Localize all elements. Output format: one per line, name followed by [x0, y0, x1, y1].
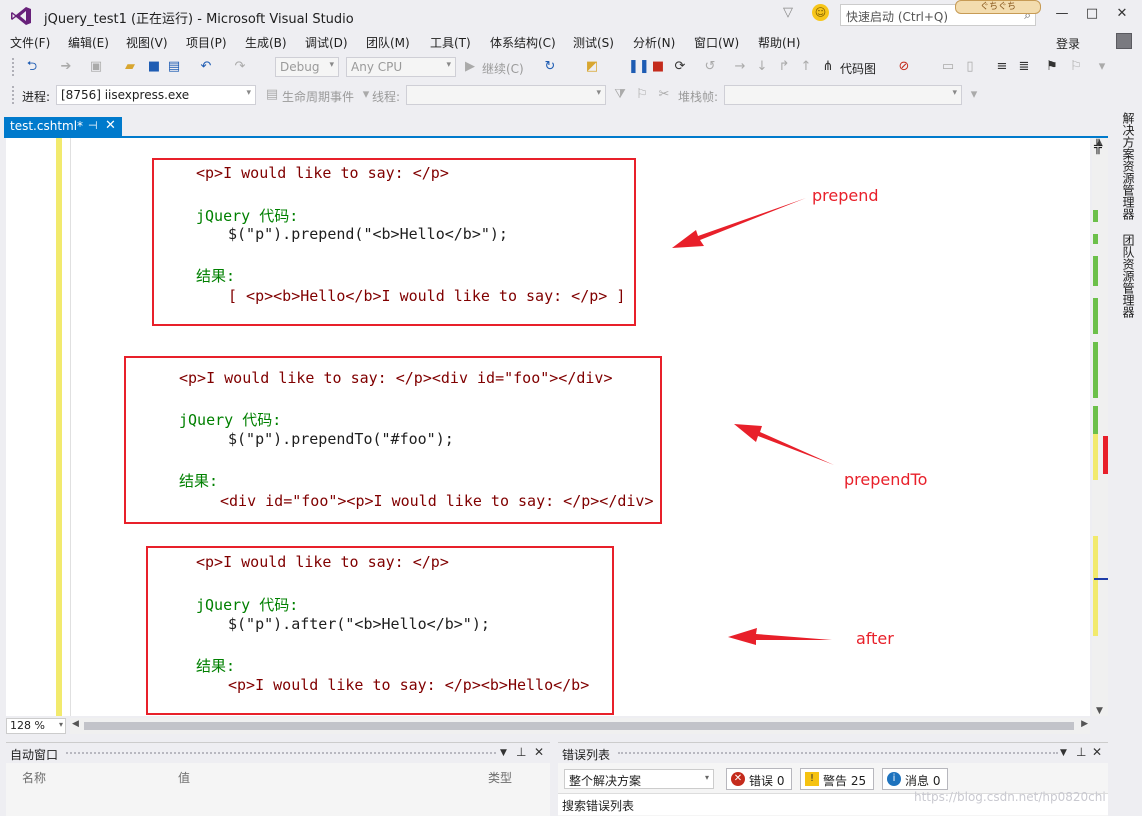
annotation-after: after [856, 629, 894, 648]
scroll-right-icon[interactable]: ▶ [1081, 719, 1088, 729]
scroll-down-icon[interactable]: ▼ [1096, 706, 1103, 716]
error-list-header: 错误列表 ▼ ⊥ ✕ [558, 743, 1108, 763]
horizontal-scrollbar[interactable]: ◀ ▶ [70, 718, 1090, 734]
change-marker [1093, 210, 1098, 222]
solution-explorer-side-tab[interactable]: 解决方案资源管理器 [1112, 112, 1142, 228]
messages-filter-button[interactable]: i 消息 0 [882, 768, 948, 790]
error-icon: ✕ [731, 772, 745, 786]
info-icon: i [887, 772, 901, 786]
warnings-count: 警告 25 [823, 774, 867, 788]
autos-panel-header: 自动窗口 ▼ ⊥ ✕ [6, 743, 550, 763]
watermark: https://blog.csdn.net/hp0820chi [914, 790, 1106, 804]
change-marker [1093, 298, 1098, 334]
arrow-prepend [672, 198, 806, 248]
error-scope-value: 整个解决方案 [569, 774, 642, 788]
column-type[interactable]: 类型 [488, 769, 512, 786]
warning-icon: ! [805, 772, 819, 786]
chevron-down-icon: ▾ [58, 720, 63, 729]
caret-position-marker [1094, 578, 1108, 580]
annotation-prepend: prepend [812, 186, 879, 205]
column-value[interactable]: 值 [178, 769, 190, 786]
error-list-title: 错误列表 [562, 748, 611, 762]
horizontal-scroll-thumb[interactable] [84, 722, 1074, 730]
pin-icon[interactable]: ⊥ [516, 745, 526, 759]
error-list-panel: 错误列表 ▼ ⊥ ✕ 整个解决方案 ▾ ✕ 错误 0 ! 警告 25 i 消息 0… [558, 742, 1108, 816]
autos-panel: 自动窗口 ▼ ⊥ ✕ 名称 值 类型 [6, 742, 550, 816]
error-scope-dropdown[interactable]: 整个解决方案 ▾ [564, 769, 714, 789]
change-marker [1093, 256, 1098, 286]
change-marker [1093, 434, 1098, 480]
change-marker [1093, 536, 1098, 636]
column-name[interactable]: 名称 [22, 769, 46, 786]
annotation-arrows [672, 198, 834, 645]
change-marker [1093, 234, 1098, 244]
change-marker [1093, 342, 1098, 398]
zoom-dropdown[interactable]: 128 % ▾ [6, 718, 66, 734]
close-icon[interactable]: ✕ [534, 745, 544, 759]
warnings-filter-button[interactable]: ! 警告 25 [800, 768, 874, 790]
team-explorer-label: 团队资源管理器 [1121, 234, 1135, 318]
panel-dropdown-icon[interactable]: ▼ [1060, 748, 1067, 758]
panel-dropdown-icon[interactable]: ▼ [500, 748, 507, 758]
scroll-left-icon[interactable]: ◀ [72, 719, 79, 729]
error-marker [1103, 436, 1108, 474]
arrow-after [728, 628, 832, 645]
annotation-prependto: prependTo [844, 470, 928, 489]
chevron-down-icon: ▾ [704, 773, 709, 782]
arrow-prependto [734, 424, 834, 465]
zoom-value: 128 % [10, 719, 45, 732]
messages-count: 消息 0 [905, 774, 941, 788]
panel-grip[interactable] [66, 752, 496, 756]
change-marker [1093, 406, 1098, 434]
errors-filter-button[interactable]: ✕ 错误 0 [726, 768, 792, 790]
solution-explorer-label: 解决方案资源管理器 [1121, 112, 1135, 220]
autos-title: 自动窗口 [10, 748, 59, 762]
split-window-icon[interactable]: ╬ [1094, 140, 1102, 155]
panel-grip[interactable] [618, 752, 1058, 756]
close-icon[interactable]: ✕ [1092, 745, 1102, 759]
pin-icon[interactable]: ⊥ [1076, 745, 1086, 759]
error-list-search-placeholder: 搜索错误列表 [562, 799, 635, 813]
errors-count: 错误 0 [749, 774, 785, 788]
team-explorer-side-tab[interactable]: 团队资源管理器 [1112, 234, 1142, 330]
